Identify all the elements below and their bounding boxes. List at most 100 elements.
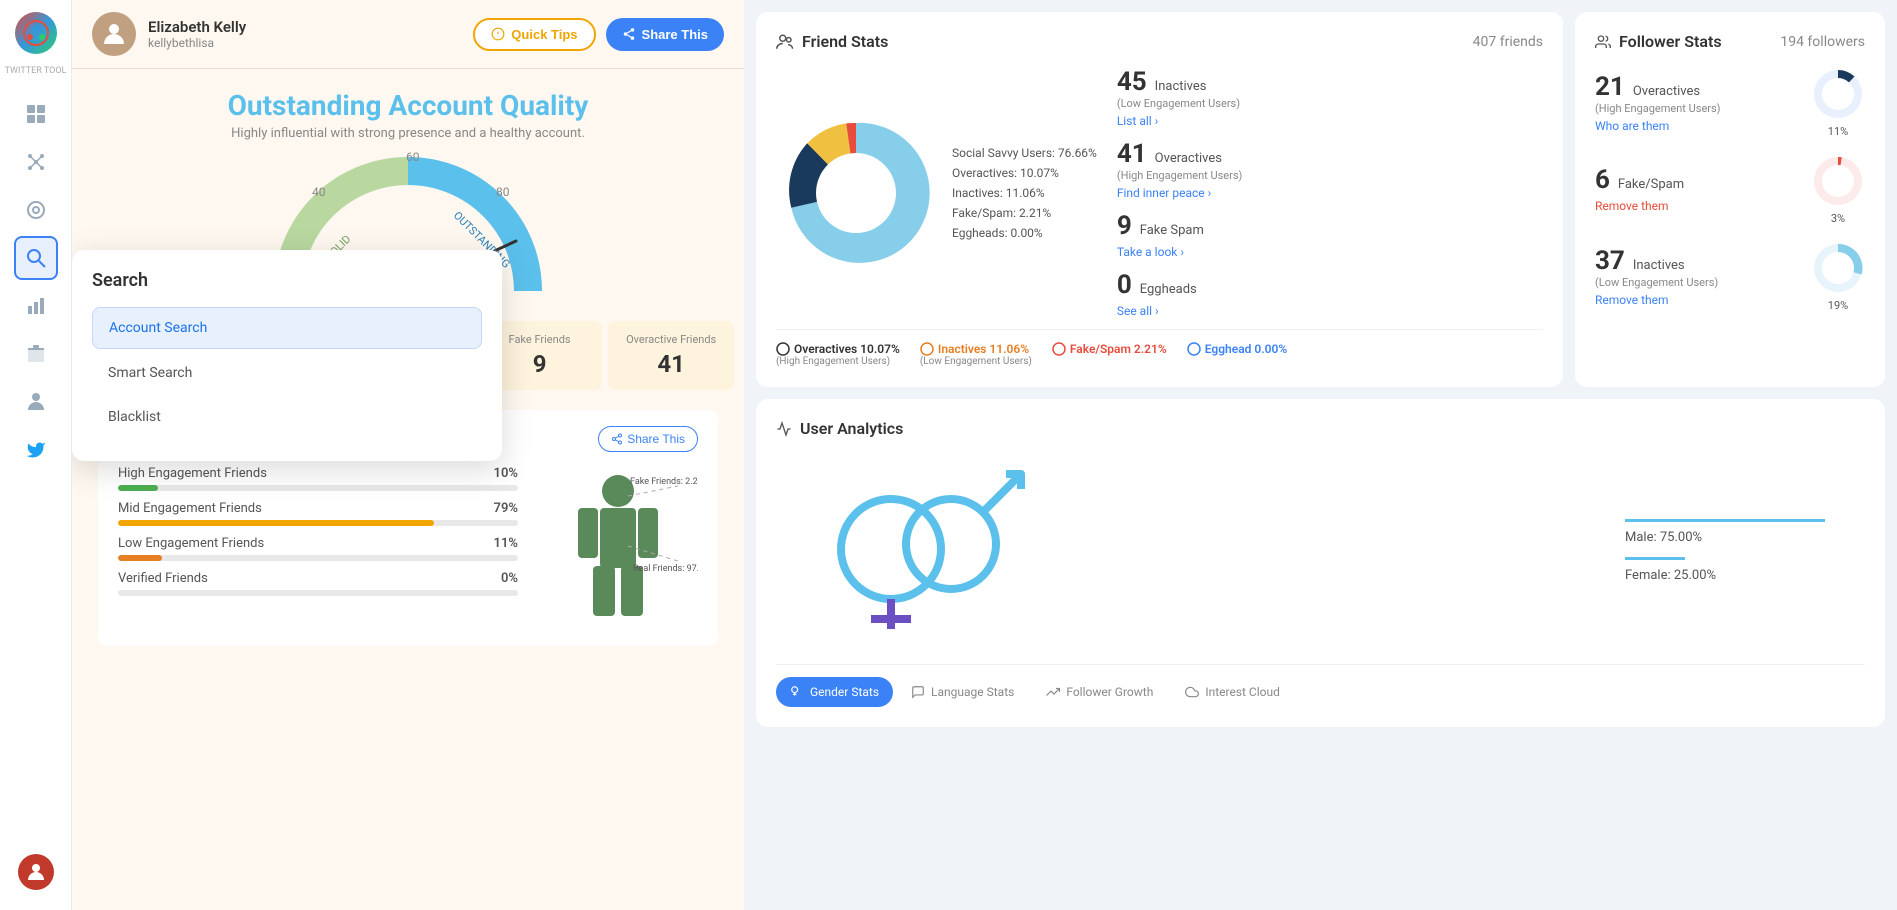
follower-overactives-sub: (High Engagement Users)	[1595, 102, 1721, 115]
sidebar-item-dashboard[interactable]	[14, 92, 58, 136]
follower-inactives-num: 37	[1595, 246, 1625, 276]
svg-text:40: 40	[312, 185, 326, 199]
sidebar-item-trash[interactable]	[14, 332, 58, 376]
count-fake-label: Fake Spam	[1140, 223, 1204, 238]
friend-mid-pct: 79%	[494, 501, 518, 516]
bottom-egghead-text: Egghead 0.00%	[1205, 342, 1287, 356]
friend-stats-title-text: Friend Stats	[802, 32, 888, 51]
legend-inactives: Inactives: 11.06%	[952, 186, 1097, 200]
friend-verified-label: Verified Friends	[118, 571, 208, 586]
sidebar-item-network[interactable]	[14, 140, 58, 184]
count-fake-link[interactable]: Take a look ›	[1117, 245, 1184, 259]
tab-interest-cloud-label: Interest Cloud	[1205, 685, 1280, 699]
count-overactives-sub: (High Engagement Users)	[1117, 169, 1543, 182]
gender-stats: Male: 75.00% Female: 25.00%	[1625, 519, 1825, 583]
count-eggheads-num: 0	[1117, 270, 1132, 300]
count-overactives-link[interactable]: Find inner peace ›	[1117, 186, 1211, 200]
male-bar	[1625, 519, 1825, 522]
follower-fake-link[interactable]: Remove them	[1595, 199, 1669, 213]
count-overactives: 41 Overactives (High Engagement Users) F…	[1117, 139, 1543, 201]
follower-overactives-num: 21	[1595, 72, 1625, 102]
quality-rest: Account Quality	[381, 89, 588, 122]
count-fake: 9 Fake Spam Take a look ›	[1117, 211, 1543, 260]
search-option-smart[interactable]: Smart Search	[92, 353, 482, 393]
quick-tips-button[interactable]: Quick Tips	[473, 18, 595, 51]
follower-overactives-label: Overactives	[1633, 84, 1700, 99]
legend-eggheads: Eggheads: 0.00%	[952, 226, 1097, 240]
cloud-tab-icon	[1185, 685, 1199, 699]
follower-overactives-link[interactable]: Who are them	[1595, 119, 1669, 133]
tab-gender-stats[interactable]: Gender Stats	[776, 677, 893, 707]
sidebar-item-person[interactable]	[14, 380, 58, 424]
follower-overactives-pct: 11%	[1811, 125, 1865, 138]
friend-stats-bottom: Overactives 10.07% (High Engagement User…	[776, 329, 1543, 367]
female-bar	[1625, 557, 1685, 560]
follower-overactives-info: 21 Overactives (High Engagement Users) W…	[1595, 72, 1721, 134]
quality-highlight: Outstanding	[228, 89, 382, 122]
tab-follower-growth[interactable]: Follower Growth	[1032, 677, 1167, 707]
sidebar-item-twitter[interactable]	[14, 428, 58, 472]
growth-tab-icon	[1046, 685, 1060, 699]
bottom-fake: Fake/Spam 2.21%	[1052, 342, 1167, 367]
follower-stats-icon	[1595, 34, 1611, 50]
legend-fake: Fake/Spam: 2.21%	[952, 206, 1097, 220]
tab-interest-cloud[interactable]: Interest Cloud	[1171, 677, 1294, 707]
male-stat: Male: 75.00%	[1625, 519, 1825, 545]
friend-stats-total: 407 friends	[1473, 34, 1543, 50]
follower-fake-pct: 3%	[1811, 212, 1865, 225]
count-eggheads-label: Eggheads	[1140, 282, 1197, 297]
friend-high-label: High Engagement Friends	[118, 466, 267, 481]
app-name-label: TWITTER TOOL	[5, 66, 67, 76]
friends-bars: High Engagement Friends 10% Mid Engageme…	[118, 466, 518, 630]
svg-text:80: 80	[496, 185, 510, 199]
user-analytics-title: User Analytics	[776, 419, 903, 438]
svg-text:60: 60	[406, 150, 420, 164]
search-dropdown-title: Search	[92, 270, 482, 291]
analytics-tabs: Gender Stats Language Stats Follower Gro…	[776, 664, 1865, 707]
stat-overactive-friends: Overactive Friends 41	[608, 321, 734, 390]
follower-inactives-link[interactable]: Remove them	[1595, 293, 1669, 307]
sidebar-item-circle[interactable]	[14, 188, 58, 232]
male-pct: Male: 75.00%	[1625, 530, 1702, 545]
header-share-button[interactable]: Share This	[606, 18, 724, 51]
friend-type-low: Low Engagement Friends 11%	[118, 536, 518, 561]
follower-inactives-info: 37 Inactives (Low Engagement Users) Remo…	[1595, 246, 1718, 308]
profile-info: Elizabeth Kelly kellybethlisa	[148, 18, 473, 50]
tab-gender-label: Gender Stats	[810, 685, 879, 699]
count-eggheads: 0 Eggheads See all ›	[1117, 270, 1543, 319]
female-pct: Female: 25.00%	[1625, 568, 1716, 583]
header-share-label: Share This	[642, 27, 708, 42]
follower-fake-num: 6	[1595, 165, 1610, 195]
tab-language-stats[interactable]: Language Stats	[897, 677, 1028, 707]
user-analytics-icon	[776, 421, 792, 437]
follower-overactives-pie: 11%	[1811, 67, 1865, 138]
count-inactives-link[interactable]: List all ›	[1117, 114, 1158, 128]
count-eggheads-link[interactable]: See all ›	[1117, 304, 1159, 318]
count-inactives-label: Inactives	[1155, 79, 1207, 94]
app-logo[interactable]	[15, 12, 57, 54]
sidebar-item-search[interactable]	[14, 236, 58, 280]
search-option-account[interactable]: Account Search	[92, 307, 482, 349]
friend-type-high: High Engagement Friends 10%	[118, 466, 518, 491]
count-inactives: 45 Inactives (Low Engagement Users) List…	[1117, 67, 1543, 129]
tab-follower-growth-label: Follower Growth	[1066, 685, 1153, 699]
bottom-overactives-text: Overactives 10.07%	[794, 342, 900, 356]
follower-inactives-pct: 19%	[1811, 299, 1865, 312]
stat-fake-label: Fake Friends	[487, 333, 593, 346]
pie-legend: Social Savvy Users: 76.66% Overactives: …	[952, 146, 1097, 240]
human-figure-svg: Fake Friends: 2.21% Real Friends: 97.79%	[538, 466, 698, 626]
main-content: Elizabeth Kelly kellybethlisa Quick Tips	[72, 0, 1897, 910]
friends-content: High Engagement Friends 10% Mid Engageme…	[118, 466, 698, 630]
follower-inactives: 37 Inactives (Low Engagement Users) Remo…	[1595, 241, 1865, 312]
user-analytics-header: User Analytics	[776, 419, 1865, 438]
friend-stats-title: Friend Stats	[776, 32, 888, 51]
friends-share-button[interactable]: Share This	[598, 426, 698, 452]
user-analytics-title-text: User Analytics	[800, 419, 903, 438]
gender-icons-area	[816, 464, 1036, 638]
sidebar-item-barchart[interactable]	[14, 284, 58, 328]
search-option-blacklist[interactable]: Blacklist	[92, 397, 482, 437]
follower-inactives-label: Inactives	[1633, 258, 1685, 273]
stat-overactive-value: 41	[618, 350, 724, 378]
friend-stats-card: Friend Stats 407 friends	[756, 12, 1563, 387]
user-avatar[interactable]	[18, 854, 54, 890]
